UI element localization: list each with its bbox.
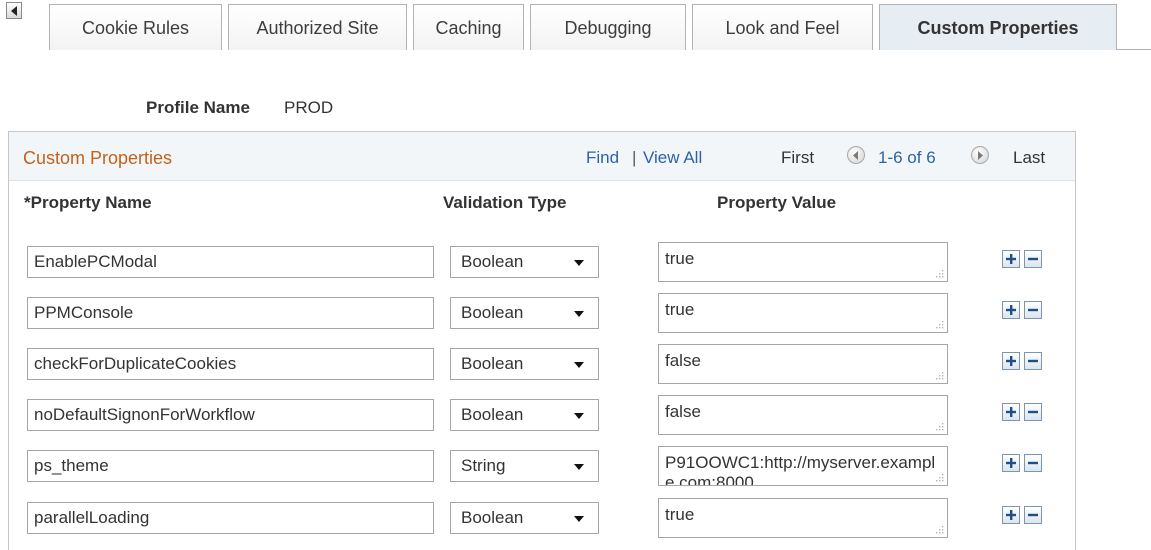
delete-row-button[interactable] (1024, 506, 1042, 524)
column-header-property-name: *Property Name (24, 193, 152, 212)
property-value-text: true (665, 300, 695, 319)
find-link[interactable]: Find (586, 148, 619, 168)
validation-type-select[interactable]: Boolean (450, 348, 599, 380)
plus-icon (1006, 305, 1016, 315)
delete-row-button[interactable] (1024, 250, 1042, 268)
property-value-text: false (665, 402, 701, 421)
tab-underline (1117, 49, 1151, 50)
tab-custom-properties[interactable]: Custom Properties (879, 4, 1117, 50)
property-name-input[interactable]: parallelLoading (27, 502, 434, 534)
column-header-validation-type: Validation Type (443, 193, 567, 212)
property-name-input[interactable]: PPMConsole (27, 297, 434, 329)
delete-row-button[interactable] (1024, 352, 1042, 370)
minus-icon (1028, 359, 1038, 363)
property-value-text: true (665, 505, 695, 524)
resize-grip-icon[interactable] (936, 423, 944, 431)
plus-icon (1006, 356, 1016, 366)
chevron-down-icon (574, 516, 584, 522)
property-value-text: false (665, 351, 701, 370)
profile-name-label: Profile Name (146, 98, 250, 117)
prev-page-button[interactable] (847, 146, 865, 164)
triangle-left-icon (11, 6, 17, 16)
next-arrow-icon (978, 151, 983, 160)
resize-grip-icon[interactable] (936, 372, 944, 380)
add-row-button[interactable] (1002, 454, 1020, 472)
property-value-input[interactable]: true (658, 242, 948, 282)
next-page-button[interactable] (971, 146, 989, 164)
minus-icon (1028, 308, 1038, 312)
chevron-down-icon (574, 413, 584, 419)
property-name-input[interactable]: EnablePCModal (27, 246, 434, 278)
chevron-down-icon (574, 464, 584, 470)
property-value-input[interactable]: true (658, 293, 948, 333)
property-value-text: true (665, 249, 695, 268)
add-row-button[interactable] (1002, 301, 1020, 319)
validation-type-value: Boolean (461, 252, 524, 271)
tab-look-and-feel[interactable]: Look and Feel (692, 4, 873, 50)
page-range: 1-6 of 6 (878, 148, 936, 167)
plus-icon (1006, 458, 1016, 468)
add-row-button[interactable] (1002, 352, 1020, 370)
tab-scroll-left-button[interactable] (6, 2, 22, 19)
profile-name-value: PROD (284, 98, 334, 117)
custom-properties-grid: Custom Properties Find | View All First … (8, 131, 1076, 550)
minus-icon (1028, 513, 1038, 517)
tab-cookie-rules[interactable]: Cookie Rules (49, 4, 222, 50)
column-header-property-value: Property Value (717, 193, 837, 212)
first-label: First (781, 148, 815, 167)
resize-grip-icon[interactable] (936, 474, 944, 482)
property-name-input[interactable]: checkForDuplicateCookies (27, 348, 434, 380)
delete-row-button[interactable] (1024, 301, 1042, 319)
chevron-down-icon (574, 362, 584, 368)
add-row-button[interactable] (1002, 506, 1020, 524)
validation-type-select[interactable]: String (450, 450, 599, 482)
property-value-input[interactable]: true (658, 498, 948, 538)
delete-row-button[interactable] (1024, 454, 1042, 472)
validation-type-value: Boolean (461, 354, 524, 373)
validation-type-value: Boolean (461, 405, 524, 424)
validation-type-value: Boolean (461, 303, 524, 322)
last-label: Last (1013, 148, 1046, 167)
resize-grip-icon[interactable] (936, 526, 944, 534)
minus-icon (1028, 410, 1038, 414)
property-value-input[interactable]: false (658, 344, 948, 384)
property-value-text: P91OOWC1:http://myserver.example.com:800… (665, 453, 936, 486)
nav-separator: | (632, 148, 637, 167)
validation-type-value: Boolean (461, 508, 524, 527)
add-row-button[interactable] (1002, 403, 1020, 421)
plus-icon (1006, 510, 1016, 520)
plus-icon (1006, 407, 1016, 417)
prev-arrow-icon (853, 151, 858, 160)
grid-header: Custom Properties Find | View All First … (9, 132, 1075, 181)
validation-type-select[interactable]: Boolean (450, 246, 599, 278)
chevron-down-icon (574, 311, 584, 317)
tab-bar: Cookie Rules Authorized Site Caching Deb… (0, 0, 1151, 50)
tab-debugging[interactable]: Debugging (530, 4, 686, 50)
minus-icon (1028, 257, 1038, 261)
delete-row-button[interactable] (1024, 403, 1042, 421)
property-value-input[interactable]: P91OOWC1:http://myserver.example.com:800… (658, 446, 948, 486)
tab-authorized-site[interactable]: Authorized Site (228, 4, 407, 50)
add-row-button[interactable] (1002, 250, 1020, 268)
resize-grip-icon[interactable] (936, 270, 944, 278)
property-name-input[interactable]: ps_theme (27, 450, 434, 482)
validation-type-select[interactable]: Boolean (450, 399, 599, 431)
view-all-link[interactable]: View All (643, 148, 702, 168)
property-name-input[interactable]: noDefaultSignonForWorkflow (27, 399, 434, 431)
grid-title: Custom Properties (23, 148, 173, 168)
tab-caching[interactable]: Caching (413, 4, 524, 50)
validation-type-select[interactable]: Boolean (450, 502, 599, 534)
minus-icon (1028, 461, 1038, 465)
property-value-input[interactable]: false (658, 395, 948, 435)
chevron-down-icon (574, 260, 584, 266)
validation-type-select[interactable]: Boolean (450, 297, 599, 329)
validation-type-value: String (461, 456, 506, 475)
resize-grip-icon[interactable] (936, 321, 944, 329)
plus-icon (1006, 254, 1016, 264)
